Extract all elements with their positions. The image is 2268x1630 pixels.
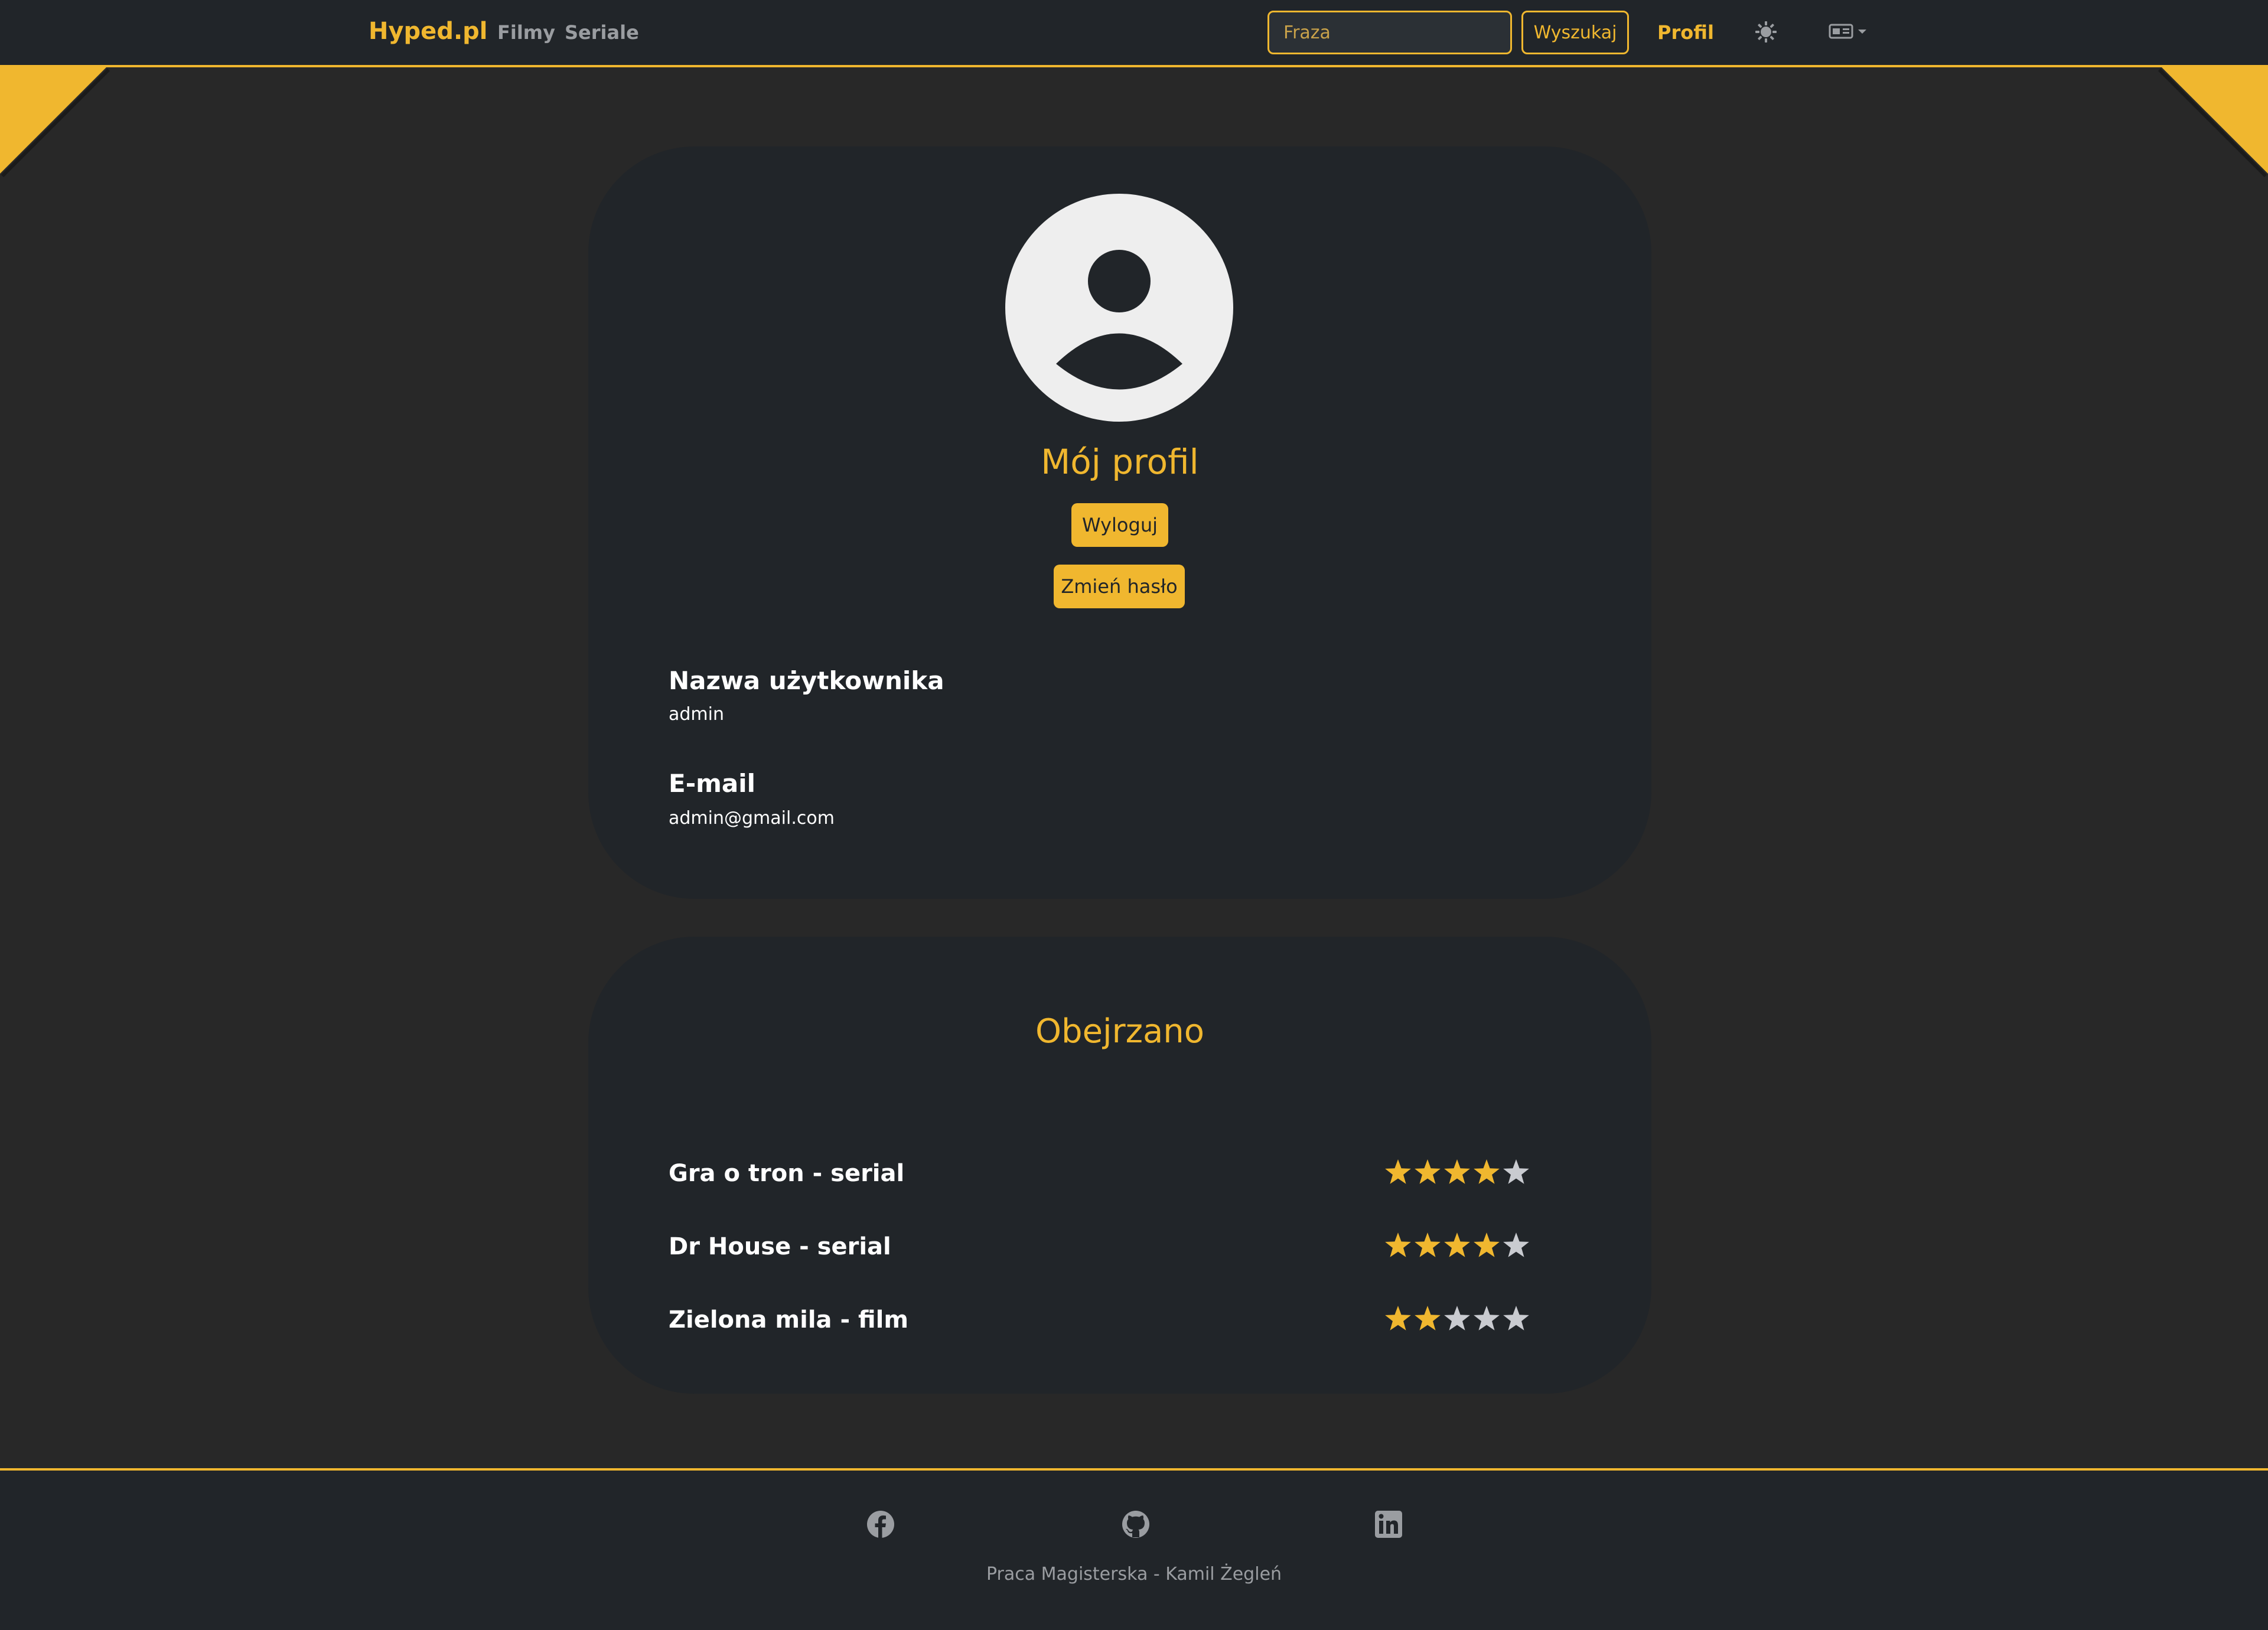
star-empty-icon[interactable] <box>1503 1306 1529 1331</box>
email-label: E-mail <box>669 769 756 798</box>
star-rating[interactable] <box>1383 1304 1531 1334</box>
nav-link-seriale[interactable]: Seriale <box>565 21 639 44</box>
search-button[interactable]: Wyszukaj <box>1521 11 1629 54</box>
avatar-icon <box>1005 194 1233 422</box>
nav-link-filmy[interactable]: Filmy <box>497 21 555 44</box>
star-filled-icon[interactable] <box>1415 1159 1441 1184</box>
star-filled-icon[interactable] <box>1444 1159 1470 1184</box>
star-empty-icon[interactable] <box>1503 1159 1529 1184</box>
corner-decoration-left <box>0 67 110 178</box>
nav-link-profile[interactable]: Profil <box>1657 21 1714 44</box>
github-icon[interactable] <box>1121 1510 1151 1539</box>
corner-decoration-right <box>2158 67 2268 178</box>
star-filled-icon[interactable] <box>1385 1233 1411 1257</box>
star-rating[interactable] <box>1383 1158 1531 1187</box>
language-dropdown-icon[interactable] <box>1829 22 1870 40</box>
username-label: Nazwa użytkownika <box>669 666 944 695</box>
star-filled-icon[interactable] <box>1474 1233 1500 1257</box>
page-title: Mój profil <box>1041 442 1199 482</box>
email-value: admin@gmail.com <box>669 808 835 829</box>
watched-item-title[interactable]: Gra o tron - serial <box>669 1160 904 1187</box>
theme-toggle-icon[interactable] <box>1754 20 1778 44</box>
watched-item[interactable]: Dr House - serial <box>669 1231 1531 1266</box>
star-empty-icon[interactable] <box>1503 1233 1529 1257</box>
star-filled-icon[interactable] <box>1444 1233 1470 1257</box>
watched-item[interactable]: Zielona mila - film <box>669 1304 1531 1339</box>
username-value: admin <box>669 704 724 725</box>
watched-item-title[interactable]: Zielona mila - film <box>669 1306 908 1334</box>
star-filled-icon[interactable] <box>1385 1159 1411 1184</box>
star-empty-icon[interactable] <box>1444 1306 1470 1331</box>
linkedin-icon[interactable] <box>1374 1510 1403 1539</box>
star-rating[interactable] <box>1383 1231 1531 1260</box>
brand-logo[interactable]: Hyped.pl <box>369 18 487 45</box>
watched-item[interactable]: Gra o tron - serial <box>669 1158 1531 1193</box>
footer-text: Praca Magisterska - Kamil Żegleń <box>986 1564 1282 1585</box>
star-empty-icon[interactable] <box>1474 1306 1500 1331</box>
watched-item-title[interactable]: Dr House - serial <box>669 1233 891 1260</box>
logout-button[interactable]: Wyloguj <box>1071 503 1168 547</box>
star-filled-icon[interactable] <box>1415 1306 1441 1331</box>
facebook-icon[interactable] <box>866 1510 895 1539</box>
navbar: Hyped.pl Filmy Seriale Wyszukaj Profil <box>0 0 2268 67</box>
watched-title: Obejrzano <box>1035 1012 1205 1051</box>
profile-card: Mój profil Wyloguj Zmień hasło Nazwa uży… <box>588 146 1651 899</box>
footer: Praca Magisterska - Kamil Żegleń <box>0 1468 2268 1630</box>
watched-card: Obejrzano Gra o tron - serial Dr House -… <box>588 937 1651 1394</box>
change-password-button[interactable]: Zmień hasło <box>1054 565 1185 608</box>
search-input[interactable] <box>1267 11 1512 54</box>
star-filled-icon[interactable] <box>1415 1233 1441 1257</box>
star-filled-icon[interactable] <box>1474 1159 1500 1184</box>
star-filled-icon[interactable] <box>1385 1306 1411 1331</box>
